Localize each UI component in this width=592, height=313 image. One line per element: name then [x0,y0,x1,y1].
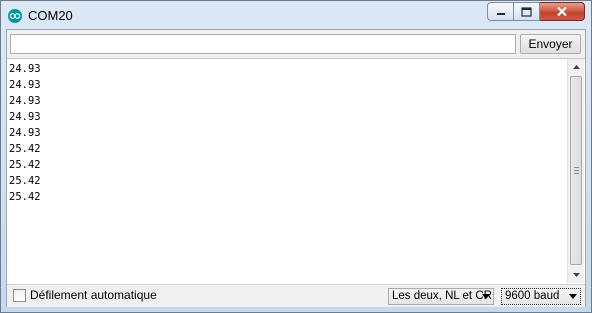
output-line: 24.93 [9,79,41,91]
scroll-up-button[interactable] [568,59,584,75]
chevron-down-icon [569,294,577,299]
output-line: 24.93 [9,63,41,75]
baud-rate-value: 9600 baud [505,290,560,302]
output-line: 24.93 [9,127,41,139]
scroll-down-arrow-icon [572,273,580,277]
maximize-button[interactable] [514,2,540,21]
minimize-icon [496,12,505,15]
output-line: 25.42 [9,159,41,171]
maximize-icon [521,6,532,17]
close-button[interactable] [540,2,585,21]
vertical-scrollbar[interactable] [567,59,584,283]
line-ending-select[interactable]: Les deux, NL et CR [388,288,494,305]
send-input[interactable] [10,34,516,54]
output-line: 24.93 [9,111,41,123]
output-line: 25.42 [9,191,41,203]
autoscroll-checkbox[interactable] [13,289,26,302]
arduino-logo-icon [8,9,22,23]
output-line: 25.42 [9,175,41,187]
title-bar[interactable]: COM20 [1,1,591,29]
monitor-client-area: Envoyer 24.93 24.93 24.93 24.93 24.93 25… [6,29,586,307]
scroll-down-button[interactable] [568,267,584,283]
output-line: 25.42 [9,143,41,155]
baud-rate-select[interactable]: 9600 baud [501,288,581,305]
window-controls [487,2,585,21]
close-icon [557,6,567,17]
window-title: COM20 [28,8,73,23]
output-lines: 24.93 24.93 24.93 24.93 24.93 25.42 25.4… [9,61,565,281]
scrollbar-grip-icon [574,167,579,174]
send-row: Envoyer [7,30,585,58]
line-ending-value: Les deux, NL et CR [392,290,492,302]
chevron-down-icon [482,294,490,299]
serial-monitor-window: COM20 Envoyer 24.93 24.93 24.93 24.93 24… [0,0,592,313]
minimize-button[interactable] [487,2,514,21]
scroll-up-arrow-icon [572,65,580,69]
bottom-bar: Défilement automatique Les deux, NL et C… [7,284,585,307]
serial-output-area[interactable]: 24.93 24.93 24.93 24.93 24.93 25.42 25.4… [7,58,585,285]
send-button[interactable]: Envoyer [520,34,581,54]
autoscroll-label[interactable]: Défilement automatique [30,288,157,302]
output-line: 24.93 [9,95,41,107]
scrollbar-thumb[interactable] [570,76,582,265]
